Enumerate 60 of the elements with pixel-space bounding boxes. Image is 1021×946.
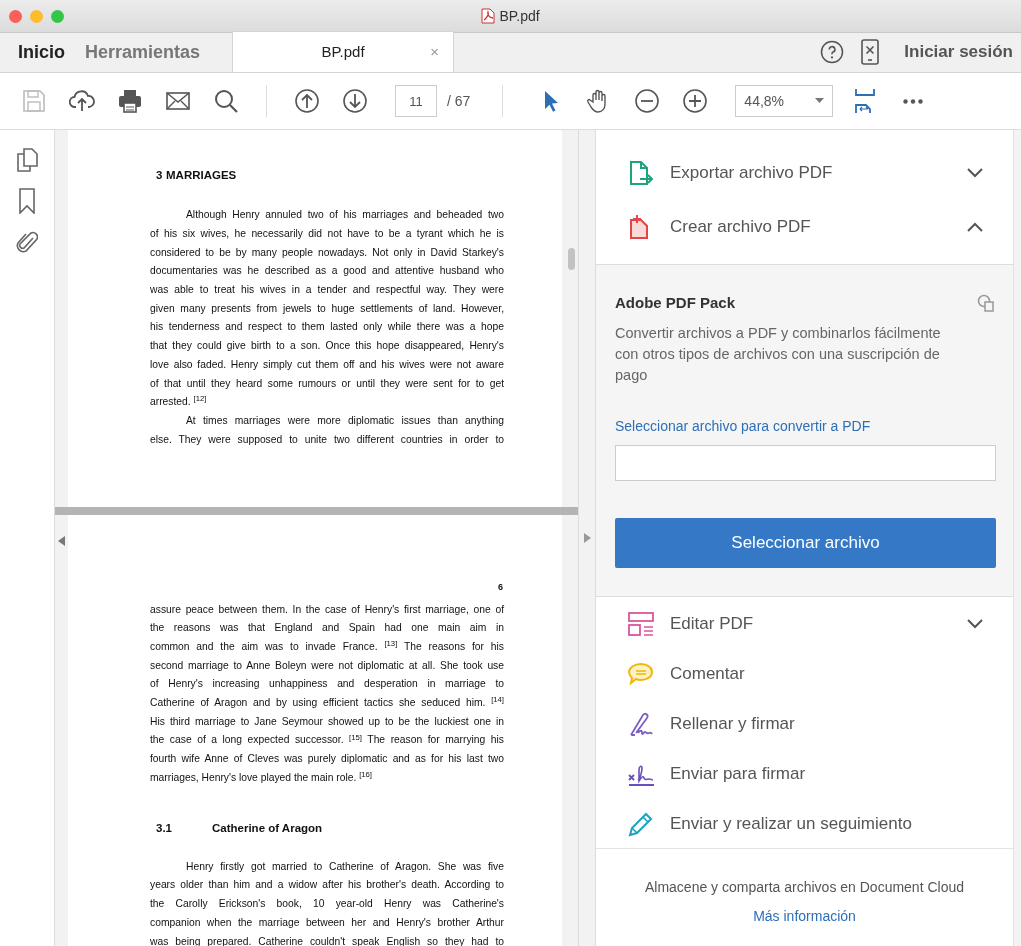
tab-label: BP.pdf [321, 41, 365, 62]
zoom-out-icon [634, 88, 661, 114]
tool-item[interactable]: Enviar y realizar un seguimiento [596, 798, 1013, 848]
more-info-link[interactable]: Más información [753, 906, 856, 927]
page-number: 6 [497, 581, 503, 594]
section-heading: MARRIAGES [166, 168, 237, 183]
file-input-field[interactable] [615, 444, 996, 481]
tool-item[interactable]: Exportar archivo PDF [596, 146, 1013, 200]
select-file-button[interactable]: Seleccionar archivo [615, 517, 996, 568]
chevron-up-icon [967, 222, 983, 232]
section-number: 3.1 [155, 820, 173, 836]
export-file-icon [628, 160, 654, 186]
tool-item[interactable]: Comentar [596, 648, 1013, 699]
collapse-left-icon[interactable] [58, 536, 65, 546]
paragraph: Henry firstly got married to Catherine of Aragon. She was five years older than him and a widow after his brother's death. According to the Carolly Erickson's book, 10 year-old Henry was Catherine's companion when the marriage between her and Henry's brother Arthur was being prepared. Catherine couldn't speak English so they had to [150, 859, 504, 946]
speech-bubble-icon [628, 660, 654, 687]
paragraph: Although Henry annuled two of his marriages and beheaded two of his six wives, he necessarily did not have to be a tyrant which he is considered to be by many people nowadays. Not only in David Starkey's documentaries was he described as a good and attentive husband who was able to treat his wives in a tender and respectful way. They were given many presents from jewels to huge settlements of land. However, his tenderness and respect to them lasted only while there was a hope that they could give birth to a son. Once this hope disappeared, Henry's love also faded. Henry simply cut them off and his wives were not aware of that until they heard some rumours or until they were sent for to get arrested. $^{[12]}$ [150, 208, 504, 410]
save-icon [21, 88, 47, 114]
sign-in-link[interactable]: Iniciar sesión [904, 39, 1013, 65]
zoom-dropdown[interactable]: 44,8% [735, 85, 834, 117]
nav-tab[interactable]: Herramientas [75, 32, 211, 72]
section-number: 3 [155, 168, 164, 183]
section-heading: Catherine of Aragon [212, 820, 323, 836]
more-icon [903, 98, 924, 104]
tool-item[interactable]: Crear archivo PDF [596, 200, 1013, 254]
tool-item[interactable]: Editar PDF [596, 598, 1013, 649]
help-icon[interactable] [820, 40, 845, 64]
printer-icon [117, 88, 143, 114]
tool-item[interactable]: Rellenar y firmar [596, 698, 1013, 749]
arrow-down-icon [342, 88, 368, 114]
paragraph: At times marriages were more diplomatic issues than anything else. They were supposed to unite two different countries in order to [150, 414, 504, 447]
copy-icon[interactable] [977, 294, 995, 313]
pdf-file-icon [481, 8, 496, 24]
panel-description: Convertir archivos a PDF y combinarlos fácilmente con otros tipos de archivos con una suscripción de pago [615, 323, 942, 385]
chevron-down-icon [967, 168, 983, 178]
pen-signature-icon [628, 710, 654, 737]
page-count: / 67 [447, 91, 471, 111]
zoom-in-icon [682, 88, 709, 114]
bookmark-icon[interactable] [18, 188, 36, 214]
paragraph: assure peace between them. In the case of Henry's first marriage, one of the reasons was that England and Spain had one main aim in common and the aim was to invade France. $^{[13]}$ The reasons for his second marriage to Anne Boleyn were not diplomatic at all. She took use of Henry's increasing unhappiness and desperation in marriage to Catherine of Aragon and by using efficient tactics she seduced him. $^{[14]}$ His third marriage to Jane Seymour showed up to be the luckiest one in the case of a long expected successor. $^{[15]}$ The reason for marrying his fourth wife Anne of Cleves was purely diplomatic and as for his last two marriages, Henry's love played the main role. $^{[16]}$ [150, 602, 504, 785]
paperclip-icon[interactable] [16, 230, 38, 254]
cloud-upload-icon [69, 88, 95, 114]
caret-icon [815, 98, 825, 104]
arrow-up-icon [294, 88, 320, 114]
edit-layout-icon [628, 610, 654, 637]
pen-icon [628, 810, 654, 837]
expand-right-icon[interactable] [583, 533, 591, 543]
cloud-storage-text: Almacene y comparta archivos en Document Cloud [644, 878, 964, 897]
nav-tab[interactable]: Inicio [8, 32, 75, 72]
chevron-down-icon [967, 618, 983, 629]
window-title: BP.pdf [499, 6, 540, 26]
document-tab[interactable]: BP.pdf × [232, 31, 455, 72]
scrollbar-thumb[interactable] [568, 248, 575, 270]
search-icon [213, 88, 239, 114]
tool-item[interactable]: Enviar para firmar [596, 748, 1013, 799]
mobile-device-icon[interactable] [860, 39, 881, 65]
field-label: Seleccionar archivo para convertir a PDF [615, 416, 872, 436]
pages-icon[interactable] [16, 148, 38, 172]
panel-title: Adobe PDF Pack [615, 293, 736, 313]
page-number-field[interactable]: 11 [395, 85, 437, 117]
